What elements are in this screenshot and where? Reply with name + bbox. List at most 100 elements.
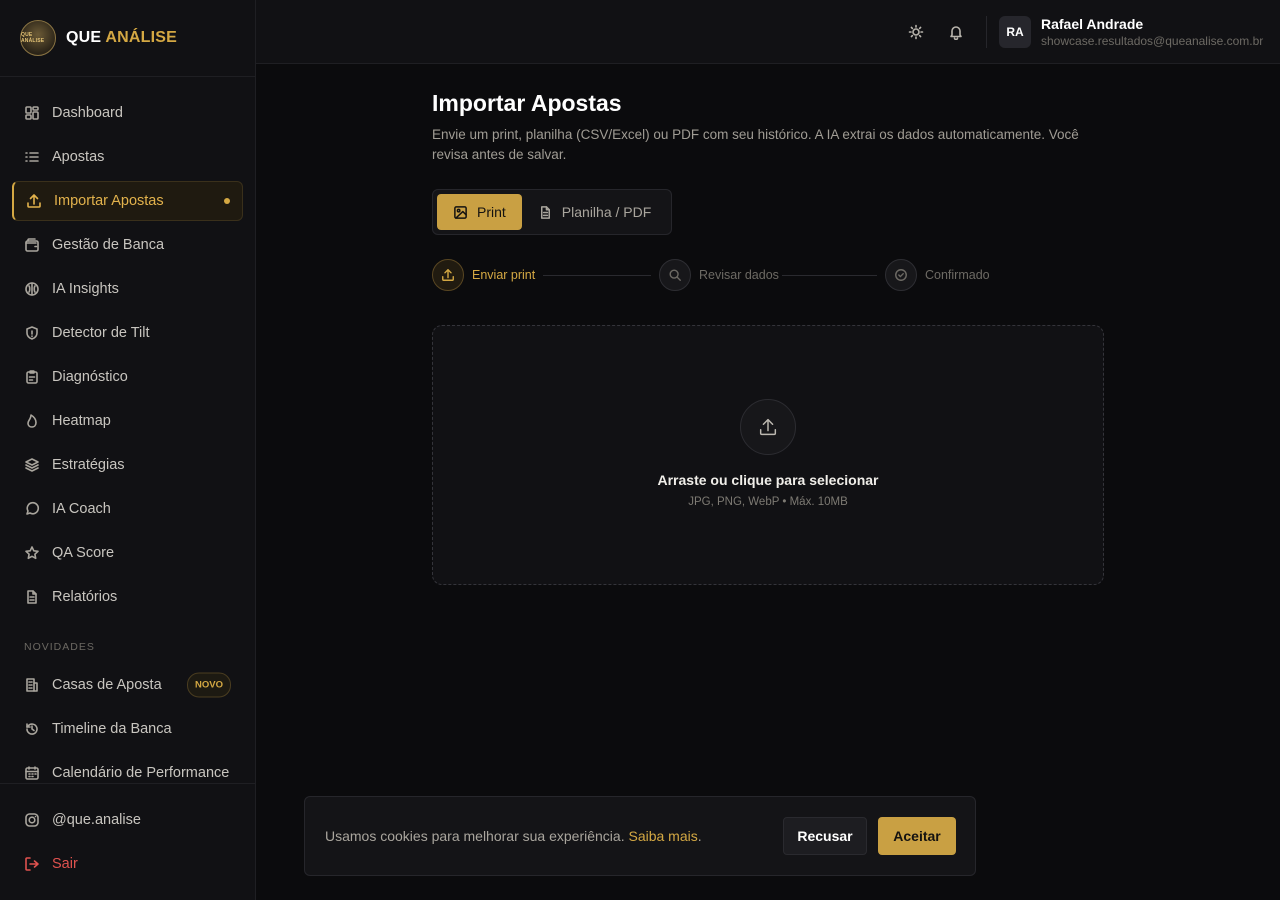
step-upload-circle [432, 259, 464, 291]
sidebar: QUE ANÁLISE QUE ANÁLISE Dashboard Aposta… [0, 0, 256, 900]
sidebar-item-relatorios[interactable]: Relatórios [12, 575, 243, 619]
sidebar-item-casas-de-aposta[interactable]: Casas de Aposta NOVO [12, 663, 243, 707]
sidebar-item-label: Detector de Tilt [52, 325, 150, 341]
sidebar-item-label: Importar Apostas [54, 193, 164, 209]
tab-print[interactable]: Print [437, 194, 522, 230]
step-label: Confirmado [925, 268, 990, 282]
step-revisar-dados: Revisar dados [659, 259, 779, 291]
image-icon [454, 205, 467, 219]
import-type-tabs: Print Planilha / PDF [432, 189, 673, 235]
sidebar-item-detector-de-tilt[interactable]: Detector de Tilt [12, 311, 243, 355]
step-label: Revisar dados [699, 268, 779, 282]
cookie-accept-button[interactable]: Aceitar [878, 817, 956, 855]
user-email: showcase.resultados@queanalise.com.br [1041, 34, 1264, 48]
dropzone-subtitle: JPG, PNG, WebP • Máx. 10MB [688, 496, 848, 508]
page-title: Importar Apostas [432, 90, 622, 116]
sidebar-item-label: Diagnóstico [52, 369, 128, 385]
sidebar-footer: @que.analise Sair [0, 783, 255, 900]
check-circle-icon [895, 269, 907, 281]
step-search-circle [659, 259, 691, 291]
sidebar-item-ia-insights[interactable]: IA Insights [12, 267, 243, 311]
sidebar-item-qa-score[interactable]: QA Score [12, 531, 243, 575]
file-dropzone[interactable]: Arraste ou clique para selecionar JPG, P… [432, 325, 1104, 585]
step-confirmado: Confirmado [885, 259, 990, 291]
new-badge: NOVO [187, 672, 231, 698]
step-connector [543, 275, 651, 276]
brain-icon [24, 281, 40, 297]
document-icon [540, 205, 550, 219]
sidebar-item-label: IA Insights [52, 281, 119, 297]
dropzone-title: Arraste ou clique para selecionar [657, 472, 879, 488]
clipboard-icon [24, 369, 40, 385]
layers-icon [24, 457, 40, 473]
avatar[interactable]: RA [999, 16, 1031, 48]
logout-label: Sair [52, 856, 78, 872]
list-icon [24, 149, 40, 165]
cookie-refuse-button[interactable]: Recusar [783, 817, 867, 855]
wallet-icon [24, 237, 40, 253]
logo-emblem-icon: QUE ANÁLISE [20, 20, 56, 56]
file-icon [24, 589, 40, 605]
sidebar-item-timeline-da-banca[interactable]: Timeline da Banca [12, 707, 243, 751]
step-connector [782, 275, 877, 276]
sidebar-item-label: Apostas [52, 149, 105, 165]
flame-icon [24, 413, 40, 429]
sun-icon[interactable] [906, 22, 926, 42]
sidebar-item-label: QA Score [52, 545, 115, 561]
sidebar-item-label: @que.analise [52, 812, 141, 828]
logout-icon [24, 856, 40, 872]
sidebar-item-label: IA Coach [52, 501, 111, 517]
sidebar-item-gestao-de-banca[interactable]: Gestão de Banca [12, 223, 243, 267]
search-icon [669, 269, 681, 281]
history-icon [24, 721, 40, 737]
bell-icon[interactable] [946, 22, 966, 42]
cookie-text: Usamos cookies para melhorar sua experiê… [325, 828, 702, 844]
star-icon [24, 545, 40, 561]
upload-icon [740, 399, 796, 455]
sidebar-item-apostas[interactable]: Apostas [12, 135, 243, 179]
step-enviar-print: Enviar print [432, 259, 535, 291]
tab-label: Print [477, 204, 506, 220]
calendar-icon [24, 765, 40, 781]
user-name: Rafael Andrade [1041, 16, 1144, 32]
topbar: RA Rafael Andrade showcase.resultados@qu… [256, 0, 1280, 64]
active-indicator-dot [224, 198, 230, 204]
import-stepper: Enviar print Revisar dados Confirmado [432, 259, 1104, 291]
main-content: Importar Apostas Envie um print, planilh… [432, 90, 1104, 585]
tab-label: Planilha / PDF [561, 204, 652, 220]
cookie-learn-more-link[interactable]: Saiba mais [628, 828, 697, 844]
logout-button[interactable]: Sair [12, 842, 243, 886]
shield-icon [24, 325, 40, 341]
brand-name: QUE ANÁLISE [66, 29, 177, 46]
tab-planilha-pdf[interactable]: Planilha / PDF [522, 194, 667, 230]
brand[interactable]: QUE ANÁLISE QUE ANÁLISE [0, 0, 255, 77]
building-icon [24, 677, 40, 693]
sidebar-item-estrategias[interactable]: Estratégias [12, 443, 243, 487]
sidebar-item-label: Dashboard [52, 105, 123, 121]
sidebar-item-label: Heatmap [52, 413, 111, 429]
sidebar-item-instagram[interactable]: @que.analise [12, 798, 243, 842]
dashboard-icon [24, 105, 40, 121]
sidebar-item-label: Gestão de Banca [52, 237, 165, 253]
sidebar-item-diagnostico[interactable]: Diagnóstico [12, 355, 243, 399]
sidebar-item-dashboard[interactable]: Dashboard [12, 91, 243, 135]
sidebar-item-label: Calendário de Performance [52, 765, 230, 781]
sidebar-item-label: Timeline da Banca [52, 721, 172, 737]
sidebar-item-ia-coach[interactable]: IA Coach [12, 487, 243, 531]
sidebar-item-importar-apostas[interactable]: Importar Apostas [12, 181, 243, 221]
sidebar-item-label: Estratégias [52, 457, 125, 473]
step-check-circle [885, 259, 917, 291]
upload-icon [442, 269, 454, 281]
sidebar-item-label: Casas de Aposta [52, 677, 162, 693]
page-description: Envie um print, planilha (CSV/Excel) ou … [432, 127, 1079, 162]
topbar-divider [986, 16, 987, 48]
main-nav: Dashboard Apostas Importar Apostas Gestã… [0, 77, 255, 795]
sidebar-item-heatmap[interactable]: Heatmap [12, 399, 243, 443]
step-label: Enviar print [472, 268, 536, 282]
instagram-icon [24, 812, 40, 828]
upload-icon [26, 193, 42, 209]
cookie-banner: Usamos cookies para melhorar sua experiê… [304, 796, 976, 876]
section-label-novidades: NOVIDADES [24, 641, 95, 653]
chat-icon [24, 501, 40, 517]
sidebar-item-label: Relatórios [52, 589, 118, 605]
